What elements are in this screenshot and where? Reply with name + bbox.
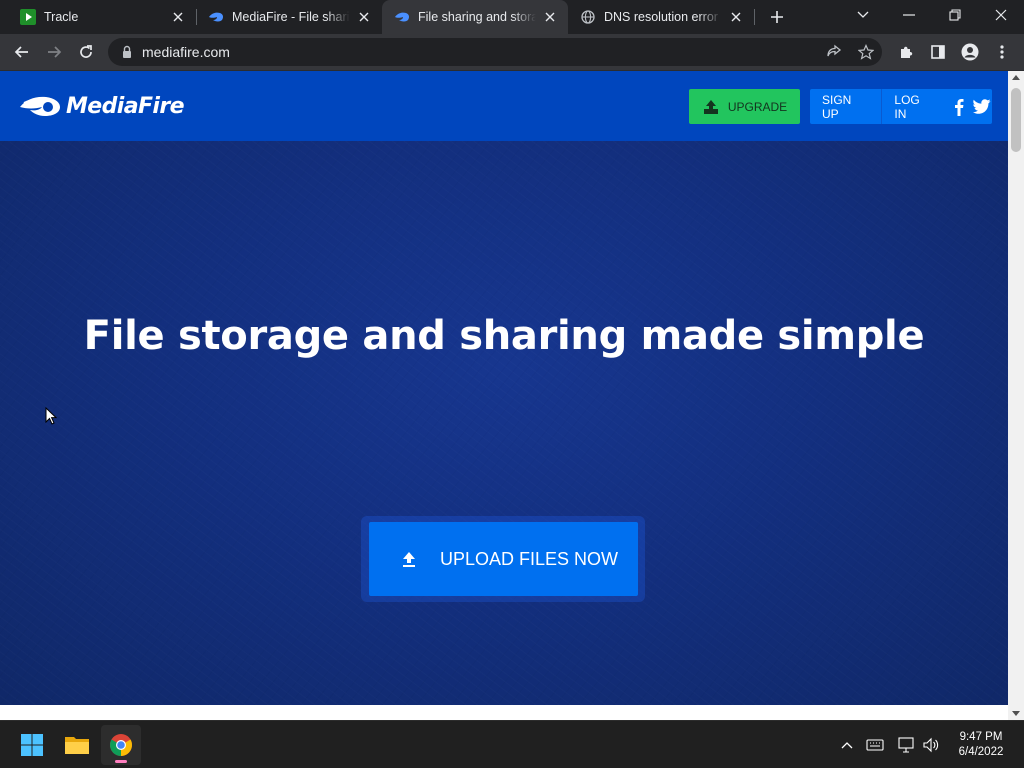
tab-title: File sharing and storage made simple xyxy=(418,10,536,24)
facebook-icon[interactable] xyxy=(950,97,969,117)
browser-toolbar: mediafire.com xyxy=(0,34,1024,71)
chrome-taskbar-button[interactable] xyxy=(101,725,141,765)
tab-search-button[interactable] xyxy=(840,0,886,30)
active-indicator xyxy=(115,760,127,763)
tab-separator xyxy=(754,9,755,25)
close-icon[interactable] xyxy=(542,9,558,25)
upgrade-label: UPGRADE xyxy=(727,99,788,114)
tab-title: MediaFire - File sharing and storage xyxy=(232,10,350,24)
back-button[interactable] xyxy=(8,38,36,66)
page-viewport: MediaFire UPGRADE SIGN UP LOG IN File st… xyxy=(0,71,1008,720)
avatar-icon xyxy=(961,43,979,61)
kebab-menu-icon xyxy=(1000,45,1004,59)
minimize-button[interactable] xyxy=(886,0,932,30)
folder-icon xyxy=(65,737,89,754)
upgrade-icon xyxy=(703,99,718,114)
chevron-down-icon xyxy=(857,11,869,18)
scroll-up-arrow[interactable] xyxy=(1012,75,1020,80)
upload-icon xyxy=(403,552,415,567)
windows-logo-icon xyxy=(21,734,43,756)
taskbar: 9:47 PM 6/4/2022 xyxy=(0,720,1024,768)
clock-time: 9:47 PM xyxy=(959,731,1003,743)
new-tab-button[interactable] xyxy=(766,6,788,28)
keyboard-icon[interactable] xyxy=(865,735,885,755)
close-window-button[interactable] xyxy=(978,0,1024,30)
chrome-icon xyxy=(110,734,132,756)
profile-button[interactable] xyxy=(956,38,984,66)
forward-button[interactable] xyxy=(40,38,68,66)
hero-section xyxy=(0,141,1008,705)
start-button[interactable] xyxy=(12,725,52,765)
side-panel-button[interactable] xyxy=(924,38,952,66)
close-icon xyxy=(995,9,1007,21)
file-explorer-button[interactable] xyxy=(57,725,97,765)
site-logo[interactable]: MediaFire xyxy=(18,91,184,121)
auth-button-group: SIGN UP LOG IN xyxy=(810,89,992,124)
tab-mediafire-active[interactable]: File sharing and storage made simple xyxy=(382,0,568,34)
reload-button[interactable] xyxy=(72,38,100,66)
close-icon[interactable] xyxy=(170,9,186,25)
show-hidden-icons-button[interactable] xyxy=(837,735,857,755)
tab-dns-error[interactable]: DNS resolution error | MediaFire xyxy=(568,0,754,34)
scroll-thumb[interactable] xyxy=(1011,88,1021,152)
restore-icon xyxy=(949,9,961,21)
login-button[interactable]: LOG IN xyxy=(882,89,945,124)
upload-label: UPLOAD FILES NOW xyxy=(440,548,619,569)
globe-icon xyxy=(580,9,596,25)
site-header: MediaFire UPGRADE SIGN UP LOG IN xyxy=(0,71,1008,141)
lock-icon xyxy=(123,45,131,58)
menu-button[interactable] xyxy=(988,38,1016,66)
hero-texture xyxy=(0,141,1008,705)
scroll-down-arrow[interactable] xyxy=(1012,711,1020,716)
hero-title: File storage and sharing made simple xyxy=(83,313,925,359)
tab-strip: Tracle MediaFire - File sharing and stor… xyxy=(0,0,1024,34)
system-clock[interactable]: 9:47 PM 6/4/2022 xyxy=(946,730,1016,760)
extensions-button[interactable] xyxy=(892,38,920,66)
bookmark-star-icon[interactable] xyxy=(856,42,876,62)
upload-files-button[interactable]: UPLOAD FILES NOW xyxy=(369,522,638,596)
minimize-icon xyxy=(903,14,915,16)
share-icon[interactable] xyxy=(824,42,844,62)
tab-mediafire-1[interactable]: MediaFire - File sharing and storage xyxy=(196,0,382,34)
mediafire-flame-icon xyxy=(208,9,224,25)
tab-tracle[interactable]: Tracle xyxy=(0,0,196,34)
arrow-left-icon xyxy=(14,46,28,58)
volume-icon[interactable] xyxy=(921,735,941,755)
mediafire-flame-icon xyxy=(394,9,410,25)
clock-date: 6/4/2022 xyxy=(958,746,1004,758)
reload-icon xyxy=(80,45,92,58)
close-icon[interactable] xyxy=(356,9,372,25)
tab-title: Tracle xyxy=(44,10,79,24)
address-bar[interactable]: mediafire.com xyxy=(108,38,882,66)
plus-icon xyxy=(771,11,783,23)
restore-button[interactable] xyxy=(932,0,978,30)
mediafire-flame-icon xyxy=(20,96,60,116)
page-scrollbar[interactable] xyxy=(1008,71,1024,720)
arrow-right-icon xyxy=(48,46,62,58)
tracle-play-icon xyxy=(20,9,36,25)
twitter-icon[interactable] xyxy=(973,97,992,117)
puzzle-icon xyxy=(901,46,913,58)
tab-title: DNS resolution error | MediaFire xyxy=(604,10,722,24)
signup-button[interactable]: SIGN UP xyxy=(810,89,881,124)
chevron-up-icon xyxy=(841,742,853,749)
mouse-cursor-icon xyxy=(45,407,57,425)
network-icon[interactable] xyxy=(897,735,917,755)
logo-text: MediaFire xyxy=(66,93,184,119)
url-text: mediafire.com xyxy=(142,44,230,60)
content-below-hero xyxy=(0,705,1008,720)
side-panel-icon xyxy=(931,45,945,59)
close-icon[interactable] xyxy=(728,9,744,25)
upgrade-button[interactable]: UPGRADE xyxy=(689,89,800,124)
